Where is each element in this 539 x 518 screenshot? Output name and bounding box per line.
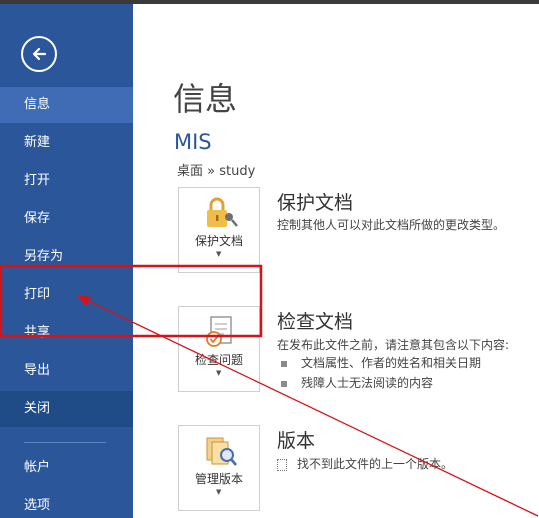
document-version-icon [277,458,287,471]
protect-document-description: 控制其他人可以对此文档所做的更改类型。 [277,218,506,232]
check-issues-button-label: 检查问题 [194,353,243,367]
sidebar-item-export[interactable]: 导出 [0,353,133,389]
sidebar-item-print[interactable]: 打印 [0,277,133,313]
inspect-bullet-properties: 文档属性、作者的姓名和相关日期 [281,354,481,371]
sidebar-item-new[interactable]: 新建 [0,125,133,161]
document-name: MIS [174,130,212,154]
info-panel: 信息 MIS 桌面 » study 保护文档 ▼ 保护文档 控制其他人可以对此文… [133,4,539,518]
sidebar-item-account[interactable]: 帐户 [0,450,133,486]
sidebar-item-info[interactable]: 信息 [0,87,133,123]
manage-versions-button-label: 管理版本 [194,472,243,486]
inspect-document-description: 在发布此文件之前，请注意其包含以下内容: [277,338,510,352]
sidebar-divider [24,442,106,443]
document-check-icon [206,316,232,347]
protect-document-button[interactable]: 保护文档 ▼ [178,187,260,273]
bullet-text: 残障人士无法阅读的内容 [301,376,434,390]
chevron-down-icon: ▼ [216,488,222,496]
sidebar-item-save-as[interactable]: 另存为 [0,239,133,275]
page-title: 信息 [173,80,238,118]
protect-document-button-label: 保护文档 [194,234,243,248]
lock-key-icon [207,197,238,227]
check-issues-button[interactable]: 检查问题 ▼ [178,306,260,392]
sidebar-item-open[interactable]: 打开 [0,163,133,199]
chevron-down-icon: ▼ [216,369,222,377]
versions-title: 版本 [277,430,316,452]
chevron-down-icon: ▼ [216,250,222,258]
back-button[interactable] [21,36,57,72]
bullet-square-icon [281,380,287,387]
backstage-sidebar: 信息 新建 打开 保存 另存为 打印 共享 导出 关闭 帐户 选项 [0,4,133,518]
versions-description: 找不到此文件的上一个版本。 [277,455,453,472]
sidebar-item-options[interactable]: 选项 [0,488,133,518]
versions-description-text: 找不到此文件的上一个版本。 [297,457,454,471]
manage-versions-button[interactable]: 管理版本 ▼ [178,425,260,511]
bullet-square-icon [281,360,287,367]
document-path[interactable]: 桌面 » study [177,160,255,179]
bullet-text: 文档属性、作者的姓名和相关日期 [301,356,482,370]
inspect-document-title: 检查文档 [277,311,354,333]
protect-document-title: 保护文档 [277,192,354,214]
sidebar-item-save[interactable]: 保存 [0,201,133,237]
sidebar-item-share[interactable]: 共享 [0,315,133,351]
sidebar-item-close[interactable]: 关闭 [0,391,133,427]
back-arrow-icon [32,47,47,61]
documents-search-icon [206,437,237,466]
inspect-bullet-accessibility: 残障人士无法阅读的内容 [281,374,433,391]
